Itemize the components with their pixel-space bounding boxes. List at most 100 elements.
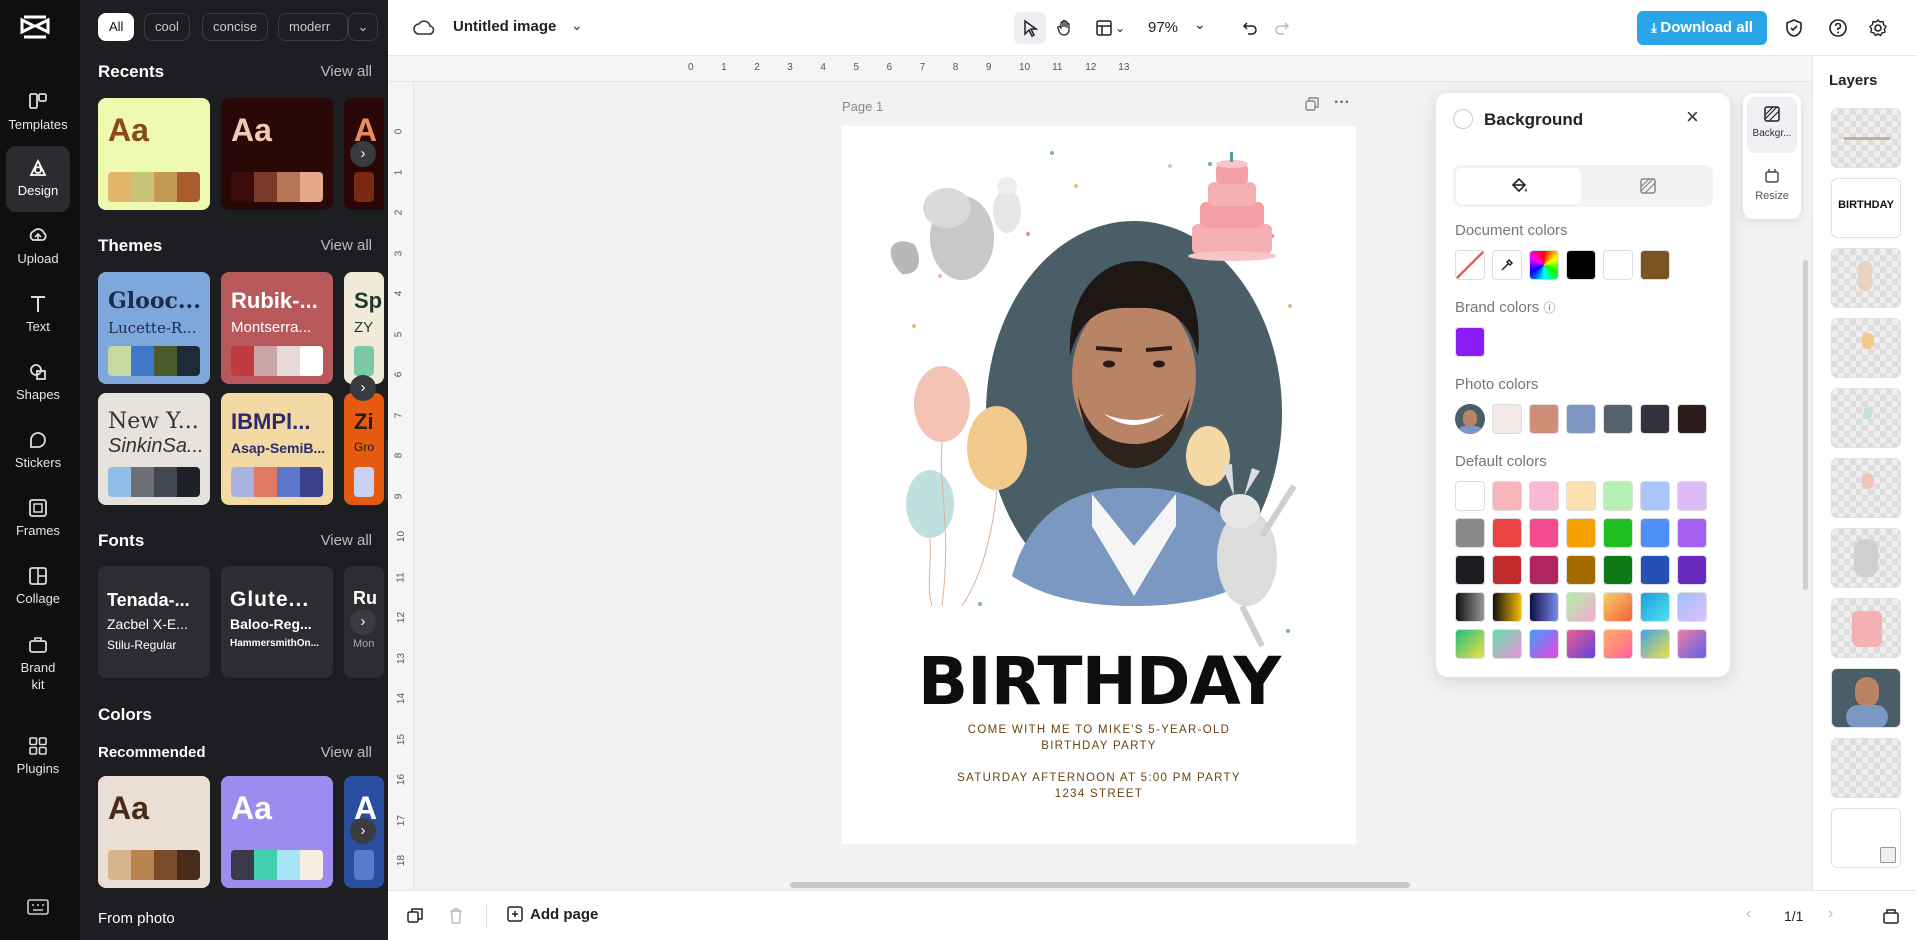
recent-card-1[interactable]: Aa [98,98,210,210]
layer-background-thumbnail[interactable] [1831,808,1901,868]
chips-expand-button[interactable]: ⌄ [348,13,378,41]
default-color-swatch[interactable] [1677,629,1707,659]
default-color-swatch[interactable] [1640,629,1670,659]
chip-modern[interactable]: moderr [278,13,348,41]
design-page[interactable]: BIRTHDAY COME WITH ME TO MIKE'S 5-YEAR-O… [842,126,1356,844]
default-color-swatch[interactable] [1566,518,1596,548]
nav-upload[interactable]: Upload [6,214,70,280]
tab-image-fill[interactable] [1585,168,1710,204]
default-color-swatch[interactable] [1492,592,1522,622]
next-page-icon[interactable]: › [1828,905,1833,923]
background-tool-button[interactable]: Backgr... [1747,97,1797,153]
photo-color-swatch[interactable] [1492,404,1522,434]
chip-concise[interactable]: concise [202,13,269,41]
default-color-swatch[interactable] [1640,592,1670,622]
undo-button[interactable] [1234,12,1266,44]
info-icon[interactable]: ⓘ [1543,301,1555,315]
default-color-swatch[interactable] [1677,518,1707,548]
color-card-2[interactable]: Aa [221,776,333,888]
capcut-logo-icon[interactable] [20,14,50,47]
add-page-button[interactable]: Add page [506,905,598,923]
nav-stickers[interactable]: Stickers [6,418,70,484]
default-color-swatch[interactable] [1455,481,1485,511]
tab-solid-fill[interactable] [1456,168,1581,204]
default-color-swatch[interactable] [1603,555,1633,585]
color-picker-swatch[interactable] [1529,250,1559,280]
chip-cool[interactable]: cool [144,13,190,41]
theme-card-6[interactable]: Zi Gro [344,393,384,505]
default-color-swatch[interactable] [1640,555,1670,585]
resize-tool-button[interactable]: Resize [1747,159,1797,215]
font-card-1[interactable]: Tenada-... Zacbel X-E... Stilu-Regular [98,566,210,678]
default-color-swatch[interactable] [1640,481,1670,511]
default-color-swatch[interactable] [1566,555,1596,585]
default-color-swatch[interactable] [1455,518,1485,548]
default-color-swatch[interactable] [1529,629,1559,659]
theme-card-4[interactable]: New Y... SinkinSa... [98,393,210,505]
title-chevron-down-icon[interactable]: ⌄ [571,17,583,34]
layer-thumbnail[interactable] [1831,668,1901,728]
default-color-swatch[interactable] [1603,592,1633,622]
photo-color-swatch[interactable] [1603,404,1633,434]
layer-thumbnail[interactable] [1831,248,1901,308]
theme-card-5[interactable]: IBMPl... Asap-SemiB... [221,393,333,505]
hand-tool-button[interactable] [1049,12,1081,44]
default-color-swatch[interactable] [1566,592,1596,622]
nav-frames[interactable]: Frames [6,486,70,552]
recents-view-all[interactable]: View all [321,63,372,80]
layout-menu-button[interactable]: ⌄ [1088,12,1132,44]
theme-card-3[interactable]: Sp ZY [344,272,384,384]
document-color-swatch[interactable] [1566,250,1596,280]
nav-design[interactable]: Design [6,146,70,212]
default-color-swatch[interactable] [1603,629,1633,659]
eyedropper-button[interactable] [1492,250,1522,280]
default-color-swatch[interactable] [1492,481,1522,511]
photo-color-swatch[interactable] [1566,404,1596,434]
document-title[interactable]: Untitled image [453,18,556,35]
chip-all[interactable]: All [98,13,135,41]
default-color-swatch[interactable] [1529,518,1559,548]
photo-color-swatch[interactable] [1677,404,1707,434]
default-color-swatch[interactable] [1566,481,1596,511]
default-color-swatch[interactable] [1529,592,1559,622]
cloud-sync-icon[interactable] [408,12,440,44]
invite-line-1[interactable]: COME WITH ME TO MIKE'S 5-YEAR-OLD [968,724,1231,736]
colors-next-button[interactable]: › [350,818,376,844]
zoom-chevron-down-icon[interactable]: ⌄ [1194,16,1206,33]
pages-panel-button[interactable] [1882,907,1900,930]
vertical-scrollbar[interactable] [1803,260,1808,590]
default-color-swatch[interactable] [1566,629,1596,659]
settings-button[interactable] [1862,12,1894,44]
layer-thumbnail[interactable] [1831,738,1901,798]
photo-color-swatch[interactable] [1529,404,1559,434]
theme-card-2[interactable]: Rubik-... Montserra... [221,272,333,384]
photo-thumbnail[interactable] [1455,404,1485,434]
font-card-2[interactable]: Glute... Baloo-Reg... HammersmithOn... [221,566,333,678]
previous-page-icon[interactable]: ‹ [1746,905,1751,923]
default-color-swatch[interactable] [1640,518,1670,548]
nav-text[interactable]: Text [6,282,70,348]
color-card-1[interactable]: Aa [98,776,210,888]
default-color-swatch[interactable] [1677,555,1707,585]
duplicate-page-icon[interactable] [1304,96,1320,115]
layer-thumbnail[interactable] [1831,598,1901,658]
theme-card-1[interactable]: Glooc... Lucette-R... [98,272,210,384]
photo-color-swatch[interactable] [1640,404,1670,434]
recents-next-button[interactable]: › [350,141,376,167]
default-color-swatch[interactable] [1492,518,1522,548]
close-icon[interactable]: × [1686,106,1699,128]
default-color-swatch[interactable] [1492,629,1522,659]
themes-next-button[interactable]: › [350,375,376,401]
default-color-swatch[interactable] [1603,518,1633,548]
default-color-swatch[interactable] [1455,555,1485,585]
nav-collage[interactable]: Collage [6,554,70,620]
no-color-swatch[interactable] [1455,250,1485,280]
recent-card-2[interactable]: Aa [221,98,333,210]
document-color-swatch[interactable] [1603,250,1633,280]
help-button[interactable] [1822,12,1854,44]
layer-thumbnail[interactable] [1831,528,1901,588]
headline-text[interactable]: BIRTHDAY [918,643,1284,720]
default-color-swatch[interactable] [1529,481,1559,511]
layer-thumbnail[interactable]: BIRTHDAY [1831,178,1901,238]
default-color-swatch[interactable] [1677,592,1707,622]
